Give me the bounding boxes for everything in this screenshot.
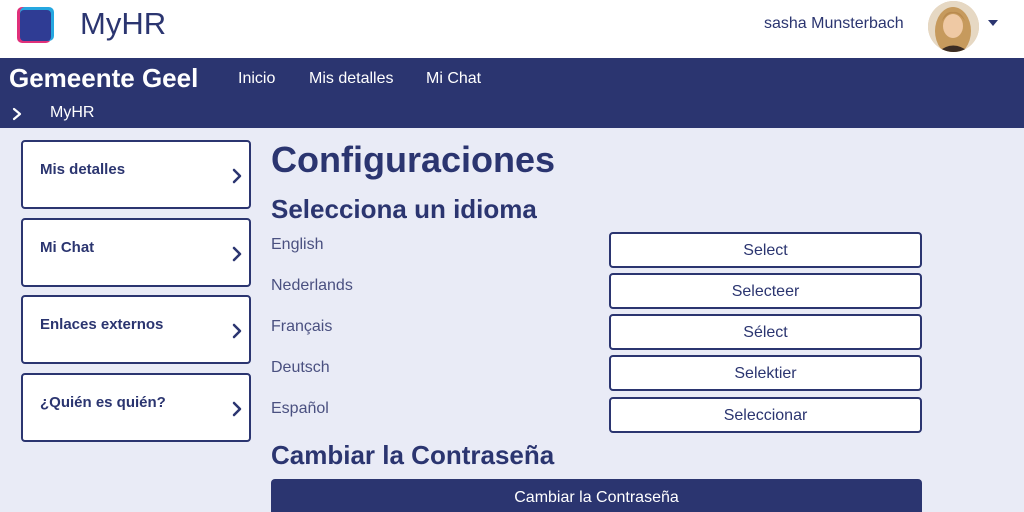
chevron-right-icon [232, 246, 242, 262]
language-heading: Selecciona un idioma [271, 194, 537, 224]
org-name[interactable]: Gemeente Geel [9, 63, 198, 94]
sidebar-item-label: Mis detalles [40, 161, 126, 178]
sidebar-item-label: Mi Chat [40, 239, 95, 256]
language-label-deutsch: Deutsch [271, 359, 330, 376]
breadcrumb-chevron-icon [12, 107, 22, 121]
language-label-english: English [271, 236, 324, 253]
language-label-espanol: Español [271, 400, 329, 417]
language-label-nederlands: Nederlands [271, 277, 353, 294]
nav-link-mi-chat[interactable]: Mi Chat [426, 70, 481, 88]
chevron-right-icon [232, 168, 242, 184]
sidebar-item-enlaces-externos[interactable]: Enlaces externos [21, 295, 251, 364]
select-francais-button[interactable]: Sélect [609, 314, 922, 350]
password-heading: Cambiar la Contraseña [271, 440, 555, 470]
breadcrumb[interactable]: MyHR [50, 104, 94, 122]
app-title: MyHR [80, 6, 167, 41]
select-espanol-button[interactable]: Seleccionar [609, 397, 922, 433]
user-name[interactable]: sasha Munsterbach [764, 15, 904, 33]
chevron-right-icon [232, 401, 242, 417]
user-menu-caret-icon[interactable] [988, 20, 998, 26]
avatar[interactable] [928, 1, 979, 52]
select-english-button[interactable]: Select [609, 232, 922, 268]
sidebar-item-mis-detalles[interactable]: Mis detalles [21, 140, 251, 209]
select-nederlands-button[interactable]: Selecteer [609, 273, 922, 309]
myhr-logo-icon [17, 7, 55, 45]
nav-bar: Gemeente Geel Inicio Mis detalles Mi Cha… [0, 58, 1024, 128]
sidebar-item-mi-chat[interactable]: Mi Chat [21, 218, 251, 287]
chevron-right-icon [232, 323, 242, 339]
nav-link-mis-detalles[interactable]: Mis detalles [309, 70, 393, 88]
sidebar-item-label: Enlaces externos [40, 316, 164, 333]
select-deutsch-button[interactable]: Selektier [609, 355, 922, 391]
sidebar-item-label: ¿Quién es quién? [40, 394, 166, 411]
nav-link-inicio[interactable]: Inicio [238, 70, 275, 88]
sidebar-item-quien-es-quien[interactable]: ¿Quién es quién? [21, 373, 251, 442]
top-bar: MyHR sasha Munsterbach [0, 0, 1024, 58]
language-label-francais: Français [271, 318, 333, 335]
change-password-button[interactable]: Cambiar la Contraseña [271, 479, 922, 512]
page-title: Configuraciones [271, 139, 556, 180]
